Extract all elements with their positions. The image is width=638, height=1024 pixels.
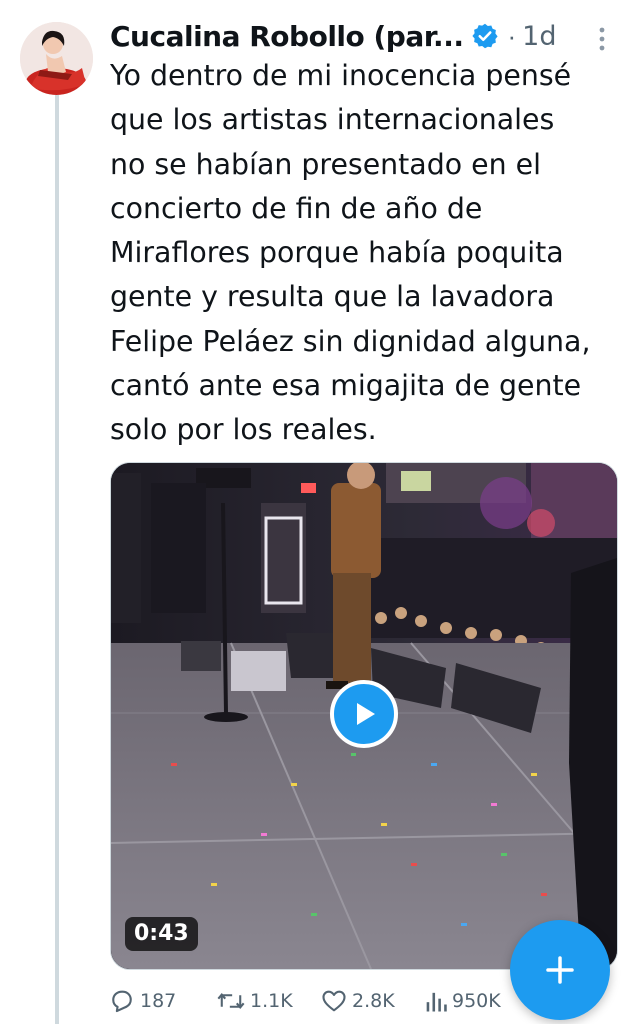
author-display-name[interactable]: Cucalina Robollo (par... [110, 20, 464, 53]
repost-icon [217, 993, 245, 1009]
tweet-text: Yo dentro de mi inocencia pensé que los … [110, 54, 620, 453]
tweet-text-line: concierto de fin de año de [110, 191, 483, 225]
author-avatar[interactable] [20, 22, 93, 95]
like-count: 2.8K [352, 990, 395, 1012]
verified-badge-icon[interactable] [471, 22, 499, 50]
more-options-icon[interactable] [592, 22, 612, 56]
video-duration: 0:43 [125, 917, 198, 951]
tweet-text-line: no se habían presentado en el [110, 147, 541, 181]
repost-count: 1.1K [250, 990, 293, 1012]
tweet-timestamp[interactable]: 1d [522, 21, 556, 52]
tweet-text-line: Yo dentro de mi inocencia pensé [110, 59, 572, 92]
heart-icon [322, 990, 346, 1012]
views-chart-icon [426, 992, 447, 1012]
repost-button[interactable]: 1.1K [216, 984, 293, 1018]
tweet-text-line: cantó ante esa migajita de gente [110, 369, 582, 403]
reply-count: 187 [140, 990, 177, 1012]
views-count: 950K [452, 990, 501, 1012]
compose-button[interactable] [510, 920, 610, 1020]
tweet-text-line: solo por los reales. [110, 413, 377, 447]
reply-button[interactable]: 187 [108, 984, 176, 1018]
reply-icon [112, 990, 132, 1013]
avatar-image [20, 22, 93, 95]
play-icon [357, 703, 375, 725]
tweet-text-line: Felipe Peláez sin dignidad alguna, [110, 324, 591, 358]
tweet-text-line: Miraflores porque había poquita [110, 236, 564, 270]
video-player[interactable]: 0:43 [110, 462, 618, 970]
like-button[interactable]: 2.8K [320, 984, 395, 1018]
play-button[interactable] [330, 680, 398, 748]
tweet-page: Cucalina Robollo (par... · 1d Yo dentro … [0, 0, 638, 1024]
tweet-header: Cucalina Robollo (par... · 1d [110, 14, 610, 58]
views-button[interactable]: 950K [424, 984, 501, 1018]
tweet-text-line: que los artistas internacionales [110, 103, 555, 137]
plus-icon [546, 956, 574, 984]
header-separator: · [507, 20, 517, 51]
thread-line [55, 95, 59, 1024]
tweet-text-line: gente y resulta que la lavadora [110, 280, 555, 314]
